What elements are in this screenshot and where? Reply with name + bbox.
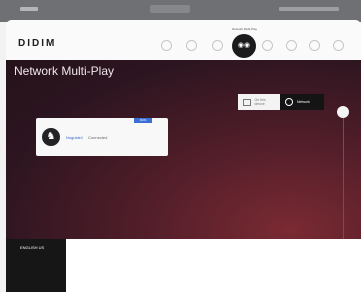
- home-icon[interactable]: [161, 40, 172, 51]
- app-window: DIDIM Network Multi-Play ◉◉ Network Mult…: [6, 20, 361, 292]
- hub-glyph: ◉◉: [237, 42, 251, 49]
- knight-icon: ♞: [42, 128, 60, 146]
- bottom-bar: ENGLISH US: [6, 239, 361, 292]
- network-hub-button[interactable]: ◉◉: [232, 34, 256, 58]
- stamp-icon[interactable]: [212, 40, 223, 51]
- device-card[interactable]: RUN ♞ Noguide1 Connected: [36, 118, 168, 156]
- gear-icon[interactable]: [286, 40, 297, 51]
- status-carrier: [20, 7, 38, 11]
- device-status: Connected: [88, 135, 108, 140]
- plus-icon[interactable]: [186, 40, 197, 51]
- power-icon[interactable]: [333, 40, 344, 51]
- toggle-local[interactable]: On this device: [238, 94, 280, 110]
- status-indicator: [150, 5, 190, 13]
- chat-icon[interactable]: [309, 40, 320, 51]
- app-logo: DIDIM: [18, 38, 57, 49]
- mode-toggle[interactable]: On this device Network: [238, 94, 324, 110]
- toggle-network[interactable]: Network: [280, 94, 324, 110]
- scroll-thumb[interactable]: [337, 106, 349, 118]
- device-name: Noguide1: [66, 135, 84, 140]
- network-icon: [285, 98, 293, 106]
- status-battery: [279, 7, 339, 11]
- bottom-panel: [66, 239, 361, 292]
- page-title: Network Multi-Play: [14, 64, 115, 78]
- device-status-bar: [0, 0, 361, 22]
- main-content: Network Multi-Play On this device Networ…: [6, 60, 361, 279]
- hub-label: Network Multi-Play: [232, 27, 258, 31]
- clipboard-icon[interactable]: [262, 40, 273, 51]
- toggle-network-label: Network: [297, 100, 310, 104]
- toggle-local-label: On this device: [254, 98, 266, 106]
- top-header: DIDIM Network Multi-Play ◉◉: [6, 20, 361, 60]
- device-icon: [243, 98, 251, 106]
- status-badge: RUN: [134, 118, 152, 123]
- language-selector[interactable]: ENGLISH US: [20, 245, 44, 250]
